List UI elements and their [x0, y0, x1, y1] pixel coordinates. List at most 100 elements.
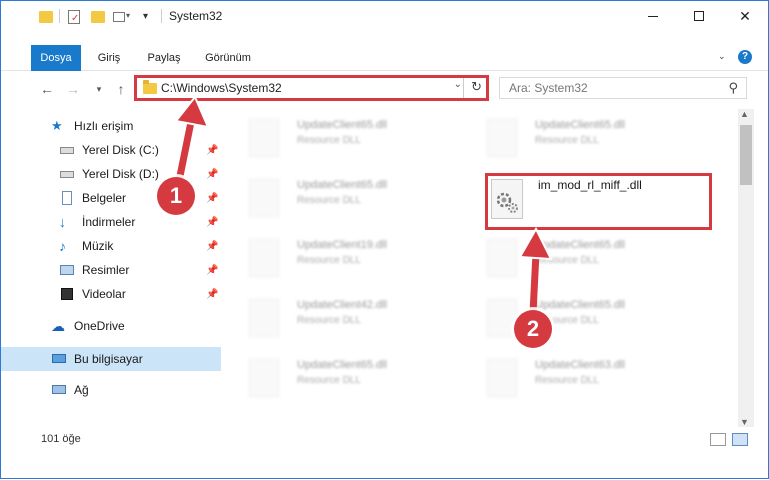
list-item[interactable]: UpdateClient65.dll Resource DLL [487, 113, 687, 163]
forward-button[interactable]: → [63, 79, 83, 99]
quick-access-dropdown-icon[interactable]: ▾ [143, 8, 153, 26]
sidebar-item-onedrive[interactable]: ☁ OneDrive [51, 315, 125, 337]
download-icon: ↓ [59, 214, 66, 230]
tab-home[interactable]: Giriş [89, 45, 129, 71]
search-placeholder: Ara: System32 [509, 81, 588, 95]
sidebar-item-network[interactable]: Ağ [51, 379, 89, 401]
title-separator [161, 9, 162, 23]
list-item[interactable]: UpdateClient65.dll Resource DLL [249, 113, 449, 163]
sidebar-item-local-disk-d[interactable]: Yerel Disk (D:) [59, 163, 159, 185]
gear-icon [496, 192, 518, 213]
sidebar-item-label: Hızlı erişim [74, 119, 134, 133]
properties-icon[interactable]: ✓ [67, 8, 81, 26]
step-badge-2: 2 [514, 310, 552, 348]
folder-icon [39, 8, 53, 26]
dll-file-icon [249, 119, 279, 157]
sidebar-item-label: Yerel Disk (C:) [82, 143, 159, 157]
qa-separator [59, 9, 60, 23]
sidebar-item-this-pc[interactable]: Bu bilgisayar [51, 348, 143, 370]
list-item[interactable]: UpdateClient19.dll Resource DLL [249, 233, 449, 283]
sidebar-item-label: OneDrive [74, 319, 125, 333]
maximize-icon [694, 11, 704, 21]
details-view-icon[interactable] [710, 433, 726, 446]
pin-icon[interactable]: 📌 [206, 289, 218, 300]
navigation-pane: ★ Hızlı erişim Yerel Disk (C:) 📌 Yerel D… [1, 109, 223, 427]
customize-icon[interactable]: ▾ [113, 8, 131, 26]
explorer-window: ✓ ▾ ▾ System32 ✕ Dosya Giriş Paylaş Görü… [0, 0, 769, 479]
computer-icon [51, 352, 67, 366]
sidebar-item-label: Videolar [82, 287, 126, 301]
pin-icon[interactable]: 📌 [206, 169, 218, 180]
dll-file-icon [487, 239, 517, 277]
tab-share[interactable]: Paylaş [139, 45, 189, 71]
dll-file-icon [487, 299, 517, 337]
help-icon[interactable]: ? [738, 50, 752, 64]
dll-file-icon [249, 359, 279, 397]
picture-icon [59, 263, 75, 277]
highlighted-file-item[interactable]: im_mod_rl_miff_.dll [485, 173, 712, 230]
music-icon: ♪ [59, 238, 66, 254]
list-item[interactable]: UpdateClient65.dll Resource DLL [249, 353, 449, 403]
arrow-left-icon: ← [40, 81, 54, 97]
sidebar-item-documents[interactable]: Belgeler [59, 187, 126, 209]
new-folder-icon[interactable] [91, 8, 105, 26]
video-icon [59, 287, 75, 301]
sidebar-item-label: Resimler [82, 263, 130, 277]
up-button[interactable]: ↑ [111, 79, 131, 99]
refresh-icon[interactable]: ↻ [471, 79, 482, 95]
pin-icon[interactable]: 📌 [206, 241, 218, 252]
status-bar: 101 öğe [1, 429, 768, 451]
drive-icon [59, 143, 75, 157]
step-badge-1: 1 [157, 177, 195, 215]
close-button[interactable]: ✕ [722, 1, 768, 31]
sidebar-item-quick-access[interactable]: ★ Hızlı erişim [51, 115, 133, 137]
ribbon-expand-icon[interactable]: ⌄ [718, 51, 726, 62]
sidebar-item-downloads[interactable]: ↓ İndirmeler [59, 211, 135, 233]
address-dropdown-icon[interactable]: ⌄ [454, 79, 462, 90]
drive-icon [59, 167, 75, 181]
list-item[interactable]: UpdateClient42.dll Resource DLL [249, 293, 449, 343]
sidebar-item-label: Yerel Disk (D:) [82, 167, 159, 181]
sidebar-item-local-disk-c[interactable]: Yerel Disk (C:) [59, 139, 159, 161]
maximize-button[interactable] [676, 1, 722, 31]
list-item[interactable]: UpdateClient65.dll Resource DLL [249, 173, 449, 223]
vertical-scrollbar[interactable]: ▲ ▼ [738, 109, 754, 427]
tab-file[interactable]: Dosya [31, 45, 81, 71]
minimize-button[interactable] [630, 1, 676, 31]
sidebar-item-label: İndirmeler [82, 215, 136, 229]
scroll-down-icon[interactable]: ▼ [740, 417, 749, 427]
pin-icon[interactable]: 📌 [206, 217, 218, 228]
dll-file-icon [249, 299, 279, 337]
dll-file-icon [491, 179, 523, 219]
document-icon [59, 191, 75, 205]
address-separator [463, 78, 464, 98]
folder-icon [143, 80, 157, 94]
search-icon: ⚲ [728, 80, 738, 95]
sidebar-item-label: Bu bilgisayar [74, 352, 143, 366]
star-icon: ★ [51, 118, 63, 133]
address-path: C:\Windows\System32 [161, 81, 282, 95]
recent-locations-button[interactable]: ▾ [89, 79, 109, 99]
scroll-thumb[interactable] [740, 125, 752, 185]
list-item[interactable]: UpdateClient65.dll Resource DLL [487, 233, 687, 283]
tab-view[interactable]: Görünüm [197, 45, 259, 71]
pin-icon[interactable]: 📌 [206, 193, 218, 204]
dll-file-icon [487, 119, 517, 157]
dll-file-icon [487, 359, 517, 397]
sidebar-item-label: Belgeler [82, 191, 127, 205]
scroll-up-icon[interactable]: ▲ [740, 109, 749, 119]
search-input[interactable]: Ara: System32 ⚲ [499, 77, 747, 99]
pin-icon[interactable]: 📌 [206, 145, 218, 156]
close-icon: ✕ [739, 7, 751, 24]
list-item[interactable]: UpdateClient63.dll Resource DLL [487, 353, 687, 403]
back-button[interactable]: ← [37, 79, 57, 99]
sidebar-item-music[interactable]: ♪ Müzik [59, 235, 113, 257]
cloud-icon: ☁ [51, 318, 65, 334]
sidebar-item-videos[interactable]: Videolar [59, 283, 126, 305]
pin-icon[interactable]: 📌 [206, 265, 218, 276]
dll-file-icon [249, 239, 279, 277]
sidebar-item-pictures[interactable]: Resimler [59, 259, 129, 281]
address-bar[interactable]: C:\Windows\System32 ⌄ ↻ [134, 75, 489, 101]
large-icons-view-icon[interactable] [732, 433, 748, 446]
item-count: 101 öğe [41, 433, 81, 445]
